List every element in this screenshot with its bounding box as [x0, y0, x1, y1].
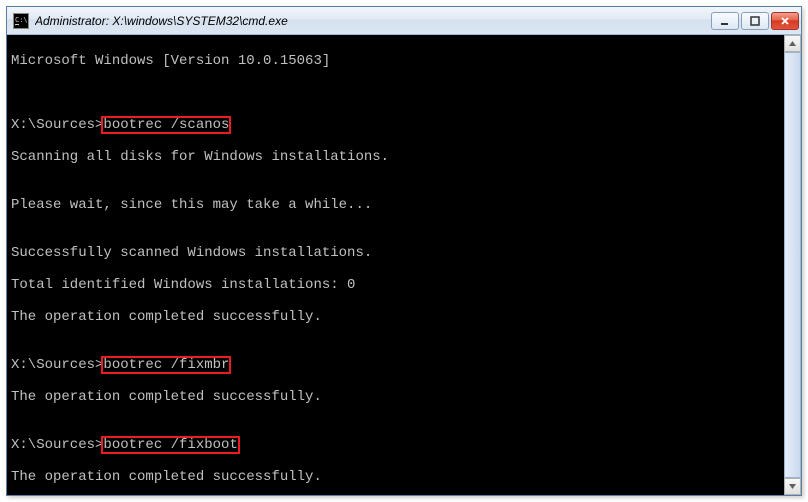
prompt-text: X:\Sources>	[11, 117, 103, 133]
output-line: The operation completed successfully.	[11, 389, 797, 405]
output-line: X:\Sources>bootrec /fixmbr	[11, 357, 797, 373]
output-line: Successfully scanned Windows installatio…	[11, 245, 797, 261]
close-button[interactable]	[771, 12, 799, 30]
output-line: Microsoft Windows [Version 10.0.15063]	[11, 53, 797, 69]
scroll-thumb[interactable]	[784, 52, 801, 478]
titlebar[interactable]: C:\ Administrator: X:\windows\SYSTEM32\c…	[7, 7, 801, 35]
prompt-text: X:\Sources>	[11, 437, 103, 453]
maximize-button[interactable]	[741, 12, 769, 30]
cmd-window: C:\ Administrator: X:\windows\SYSTEM32\c…	[6, 6, 802, 496]
svg-text:C:\: C:\	[15, 16, 28, 24]
minimize-button[interactable]	[711, 12, 739, 30]
prompt-text: X:\Sources>	[11, 357, 103, 373]
output-line: Scanning all disks for Windows installat…	[11, 149, 797, 165]
highlight-cmd-fixboot: bootrec /fixboot	[103, 437, 237, 453]
window-title: Administrator: X:\windows\SYSTEM32\cmd.e…	[35, 14, 711, 28]
window-controls	[711, 12, 799, 30]
scroll-track[interactable]	[784, 52, 801, 478]
output-line: The operation completed successfully.	[11, 469, 797, 485]
vertical-scrollbar[interactable]	[784, 35, 801, 495]
output-line: X:\Sources>bootrec /fixboot	[11, 437, 797, 453]
scroll-down-button[interactable]	[784, 478, 801, 495]
output-line: X:\Sources>bootrec /scanos	[11, 117, 797, 133]
highlight-cmd-fixmbr: bootrec /fixmbr	[103, 357, 229, 373]
cmd-icon: C:\	[13, 13, 29, 29]
terminal-output[interactable]: Microsoft Windows [Version 10.0.15063] X…	[7, 35, 801, 495]
output-line: The operation completed successfully.	[11, 309, 797, 325]
scroll-up-button[interactable]	[784, 35, 801, 52]
highlight-cmd-scanos: bootrec /scanos	[103, 117, 229, 133]
output-line: Total identified Windows installations: …	[11, 277, 797, 293]
output-line: Please wait, since this may take a while…	[11, 197, 797, 213]
